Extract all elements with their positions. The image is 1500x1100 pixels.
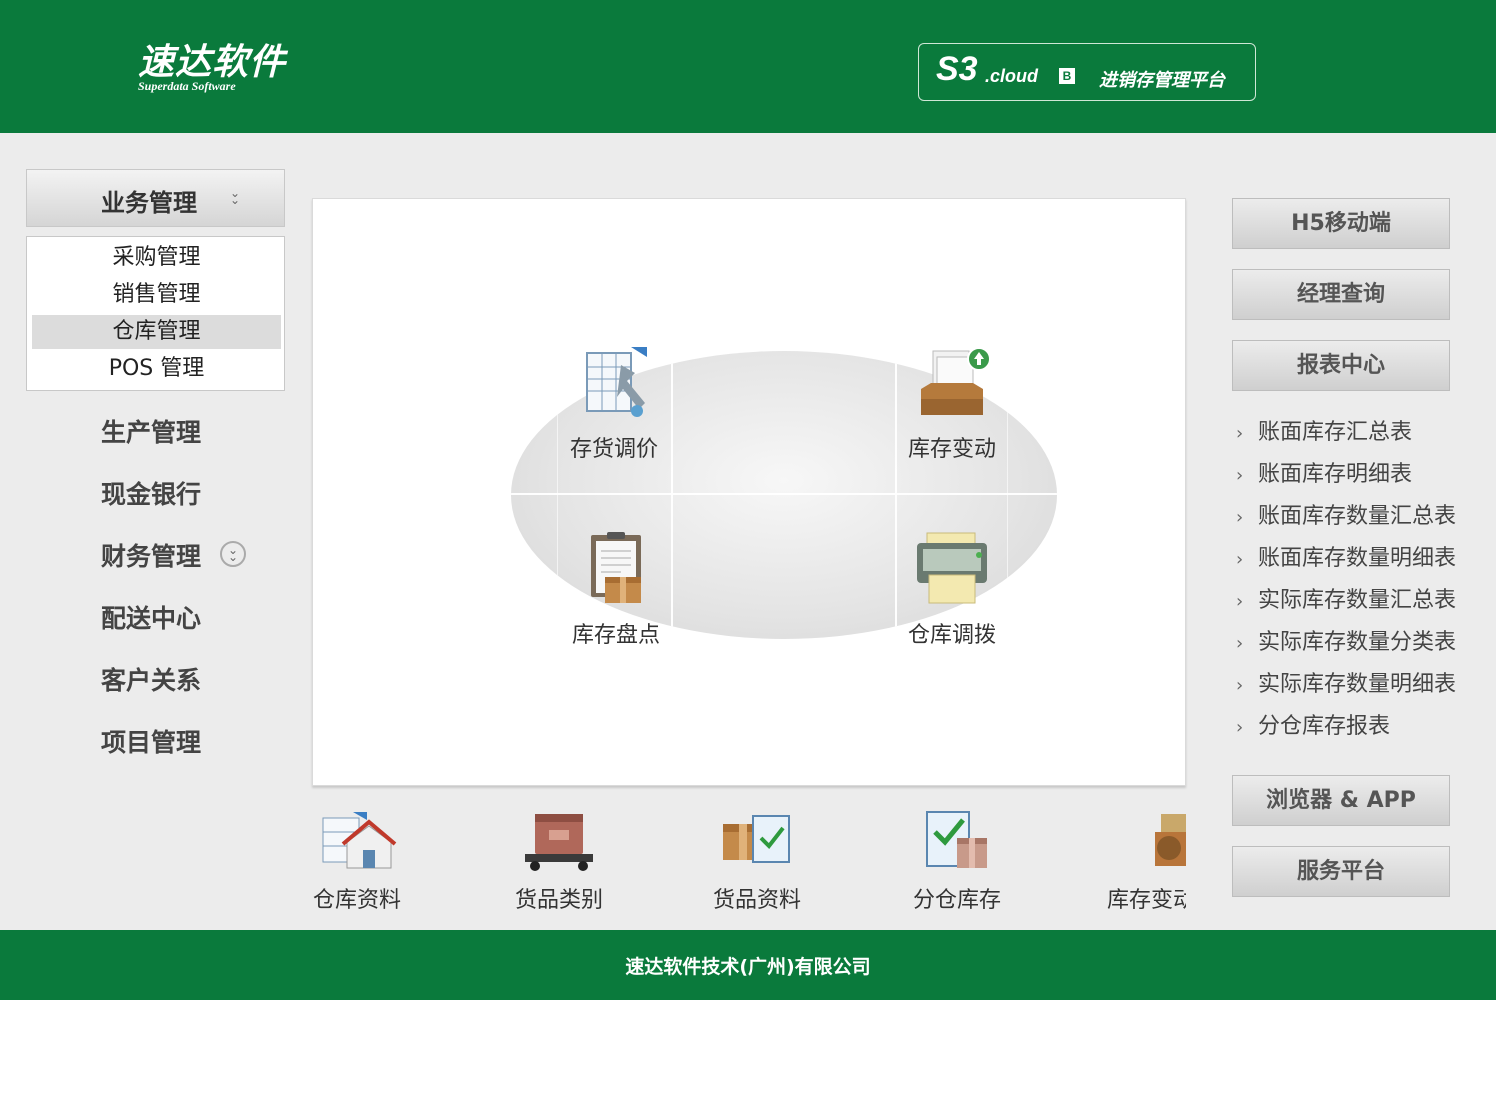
nav-delivery[interactable]: 配送中心 xyxy=(101,602,201,636)
logo-main-text: 速达软件 xyxy=(138,41,287,83)
product-s3: S3 xyxy=(936,50,978,88)
report-link-label: 实际库存数量明细表 xyxy=(1258,672,1457,697)
report-link-actual-qty-category[interactable]: › 实际库存数量分类表 xyxy=(1236,628,1456,659)
inbox-upload-icon xyxy=(921,347,991,415)
report-link-book-qty-detail[interactable]: › 账面库存数量明细表 xyxy=(1236,544,1456,575)
product-edition-badge: B xyxy=(1059,68,1075,84)
report-link-label: 账面库存数量明细表 xyxy=(1258,546,1457,571)
double-chevron-down-icon: ⌄ ⌄ xyxy=(229,186,241,207)
module-stocktake[interactable]: 库存盘点 xyxy=(561,531,671,649)
quad-label-price-adjust: 存货调价 xyxy=(569,437,658,462)
quad-label-stocktake: 库存盘点 xyxy=(571,623,660,648)
shortcut-label-product-category: 货品类别 xyxy=(514,888,603,913)
h5-mobile-button[interactable]: H5移动端 xyxy=(1232,198,1450,249)
chevron-right-icon: › xyxy=(1236,423,1244,444)
shortcut-product-category[interactable]: 货品类别 xyxy=(494,808,624,914)
module-inventory-change[interactable]: 库存变动 xyxy=(897,345,1007,463)
quad-label-warehouse-transfer: 仓库调拨 xyxy=(907,623,996,648)
checklist-box-icon xyxy=(926,811,987,868)
chevron-right-icon: › xyxy=(1236,549,1244,570)
footer-bar: 速达软件技术(广州)有限公司 xyxy=(0,930,1496,1000)
brand-logo: 速达软件 Superdata Software xyxy=(138,42,286,92)
product-title: 进销存管理平台 xyxy=(1099,70,1225,91)
product-cloud: .cloud xyxy=(985,66,1038,86)
nav-cash-bank[interactable]: 现金银行 xyxy=(101,478,201,512)
shortcut-label-inventory-change: 库存变动 xyxy=(1106,888,1186,913)
report-link-label: 分仓库存报表 xyxy=(1258,714,1391,739)
browser-app-button[interactable]: 浏览器 & APP xyxy=(1232,775,1450,826)
nav-finance[interactable]: 财务管理 xyxy=(101,540,201,574)
nav-sub-purchase[interactable]: 采购管理 xyxy=(32,241,281,275)
shortcut-inventory-change[interactable]: 库存变动 xyxy=(1100,808,1186,914)
chevron-right-icon: › xyxy=(1236,465,1244,486)
chevron-right-icon: › xyxy=(1236,591,1244,612)
report-link-label: 账面库存数量汇总表 xyxy=(1258,504,1457,529)
product-badge: S3 .cloud B 进销存管理平台 xyxy=(918,43,1256,101)
footer-company: 速达软件技术(广州)有限公司 xyxy=(625,956,871,978)
nav-sub-pos[interactable]: POS 管理 xyxy=(32,352,281,386)
shortcut-strip-clip: 库存变动 xyxy=(1100,800,1186,920)
shortcut-branch-inventory[interactable]: 分仓库存 xyxy=(892,808,1022,914)
header-bar: 速达软件 Superdata Software S3 .cloud B 进销存管… xyxy=(0,0,1496,133)
quad-label-inventory-change: 库存变动 xyxy=(907,437,996,462)
ellipse-gridline-h xyxy=(511,493,1057,495)
box-checklist-icon xyxy=(723,815,790,863)
spreadsheet-arrow-icon xyxy=(586,347,647,417)
chevron-right-icon: › xyxy=(1236,717,1244,738)
nav-business-management[interactable]: 业务管理 ⌄ ⌄ xyxy=(26,169,285,227)
chevron-right-icon: › xyxy=(1236,633,1244,654)
app-window: 速达软件 Superdata Software S3 .cloud B 进销存管… xyxy=(0,0,1496,1000)
report-link-actual-qty-detail[interactable]: › 实际库存数量明细表 xyxy=(1236,670,1456,701)
nav-sub-sales[interactable]: 销售管理 xyxy=(32,278,281,312)
main-panel: 存货调价 库存变动 库存盘点 仓库调拨 xyxy=(312,198,1186,786)
ellipse-gridline-v3 xyxy=(1007,351,1008,639)
nav-submenu: 采购管理 销售管理 仓库管理 POS 管理 xyxy=(26,236,285,391)
chevron-right-icon: › xyxy=(1236,507,1244,528)
report-link-label: 实际库存数量分类表 xyxy=(1258,630,1457,655)
report-link-label: 账面库存汇总表 xyxy=(1258,420,1413,445)
shortcut-label-product-info: 货品资料 xyxy=(712,888,801,913)
report-link-actual-qty-summary[interactable]: › 实际库存数量汇总表 xyxy=(1236,586,1456,617)
report-link-label: 实际库存数量汇总表 xyxy=(1258,588,1457,613)
shortcut-warehouse-info[interactable]: 仓库资料 xyxy=(292,808,422,914)
ellipse-gridline-v0 xyxy=(557,351,558,639)
shortcut-label-warehouse-info: 仓库资料 xyxy=(312,888,401,913)
module-warehouse-transfer[interactable]: 仓库调拨 xyxy=(897,531,1007,649)
nav-sub-warehouse[interactable]: 仓库管理 xyxy=(32,315,281,349)
report-link-book-qty-summary[interactable]: › 账面库存数量汇总表 xyxy=(1236,502,1456,533)
shortcut-label-branch-inventory: 分仓库存 xyxy=(912,888,1001,913)
package-cart-icon xyxy=(525,814,593,871)
nav-customer[interactable]: 客户关系 xyxy=(101,664,201,698)
inventory-change-icon xyxy=(1155,814,1186,866)
service-platform-button[interactable]: 服务平台 xyxy=(1232,846,1450,897)
printer-icon xyxy=(917,532,987,604)
nav-project[interactable]: 项目管理 xyxy=(101,726,201,760)
chevron-right-icon: › xyxy=(1236,675,1244,696)
report-link-book-detail[interactable]: › 账面库存明细表 xyxy=(1236,460,1412,491)
warehouse-house-icon xyxy=(322,812,397,869)
report-link-book-summary[interactable]: › 账面库存汇总表 xyxy=(1236,418,1412,449)
nav-production[interactable]: 生产管理 xyxy=(101,416,201,450)
clipboard-box-icon xyxy=(591,532,641,603)
module-price-adjust[interactable]: 存货调价 xyxy=(559,345,669,463)
nav-header-label: 业务管理 xyxy=(101,189,197,217)
circle-chevron-down-icon[interactable]: ⌄ ⌄ xyxy=(220,541,246,567)
shortcut-product-info[interactable]: 货品资料 xyxy=(692,808,822,914)
manager-query-button[interactable]: 经理查询 xyxy=(1232,269,1450,320)
ellipse-gridline-v1 xyxy=(671,351,673,639)
report-center-button[interactable]: 报表中心 xyxy=(1232,340,1450,391)
report-link-label: 账面库存明细表 xyxy=(1258,462,1413,487)
report-link-branch-inventory[interactable]: › 分仓库存报表 xyxy=(1236,712,1390,743)
